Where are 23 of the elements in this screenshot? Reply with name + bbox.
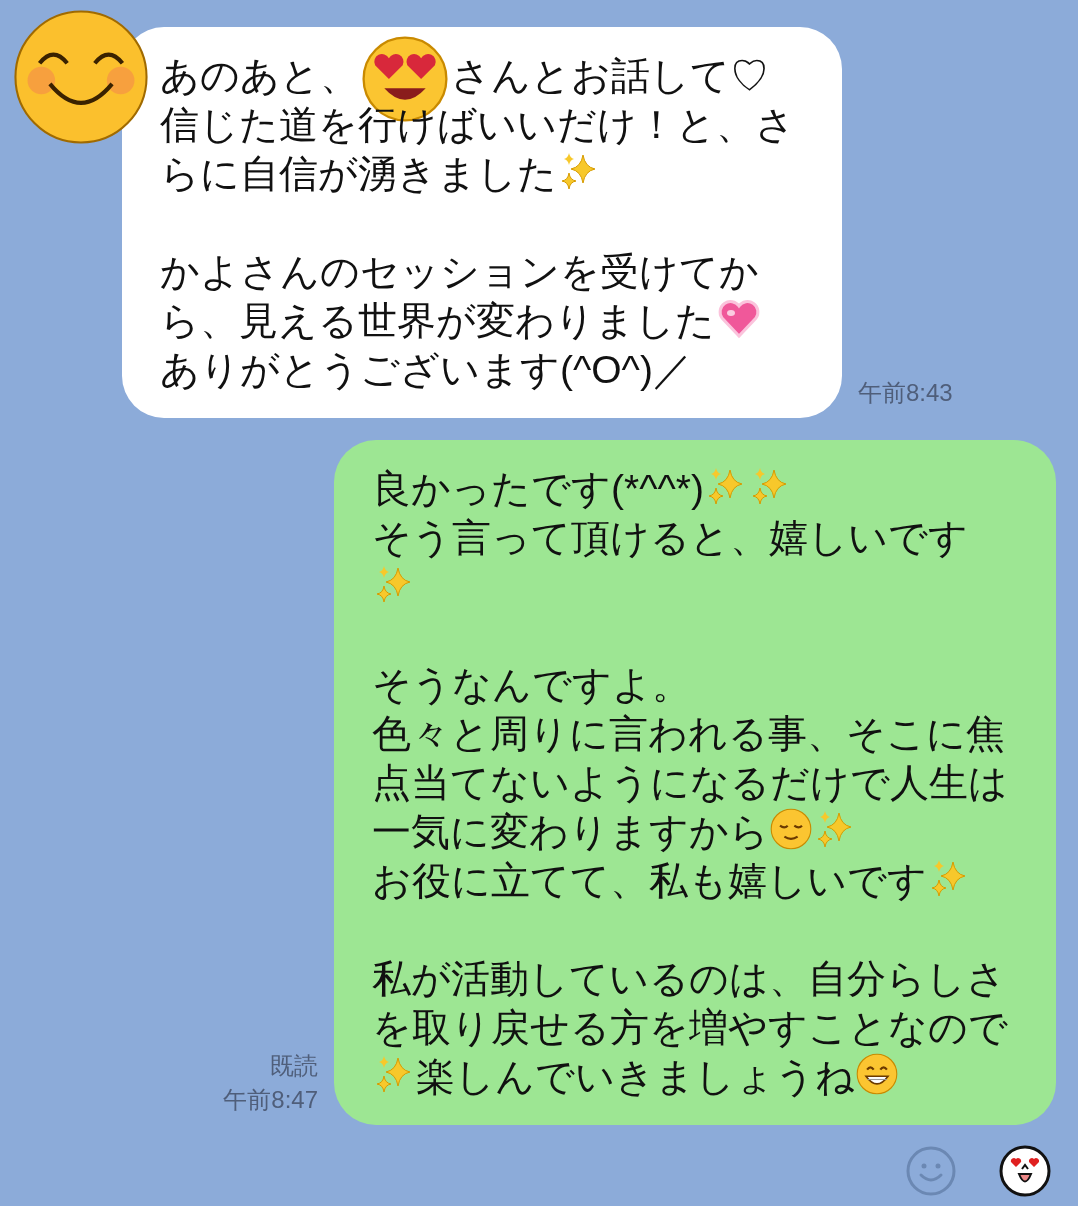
message-text: 点当てないようになるだけで人生は [372,761,1008,804]
smiling-face-icon [769,807,813,851]
message-text: 一気に変わりますから [372,810,769,853]
message-time: 午前8:47 [223,1085,318,1115]
message-text: そう言って頂けると、嬉しいです [372,516,968,559]
message-text: ら、見える世界が変わりました [160,299,715,342]
read-receipt: 既読 [270,1051,318,1081]
message-text: かよさんのセッションを受けてか [160,250,759,293]
message-time: 午前8:43 [858,378,953,408]
message-text: らに自信が湧きました [160,152,557,195]
avatar-smiling-face-icon[interactable] [12,8,150,146]
message-text: お役に立てて、私も嬉しいです [372,859,927,902]
grinning-face-icon [855,1052,899,1096]
sticker-icon[interactable] [999,1145,1051,1197]
message-text: そうなんですよ。 [372,663,691,706]
message-text: 良かったです(*^^*) [372,467,704,510]
message-text: さんとお話して♡ [451,54,769,97]
message-text: ありがとうございます(^O^)／ [160,348,692,391]
message-text: を取り戻せる方を増やすことなので [372,1006,1008,1049]
message-text: 色々と周りに言われる事、そこに焦 [372,712,1005,755]
message-text: 私が活動しているのは、自分らしさ [372,957,1006,1000]
message-text: あのあと、 [160,54,359,97]
message-text: 楽しんでいきましょうね [416,1055,855,1098]
